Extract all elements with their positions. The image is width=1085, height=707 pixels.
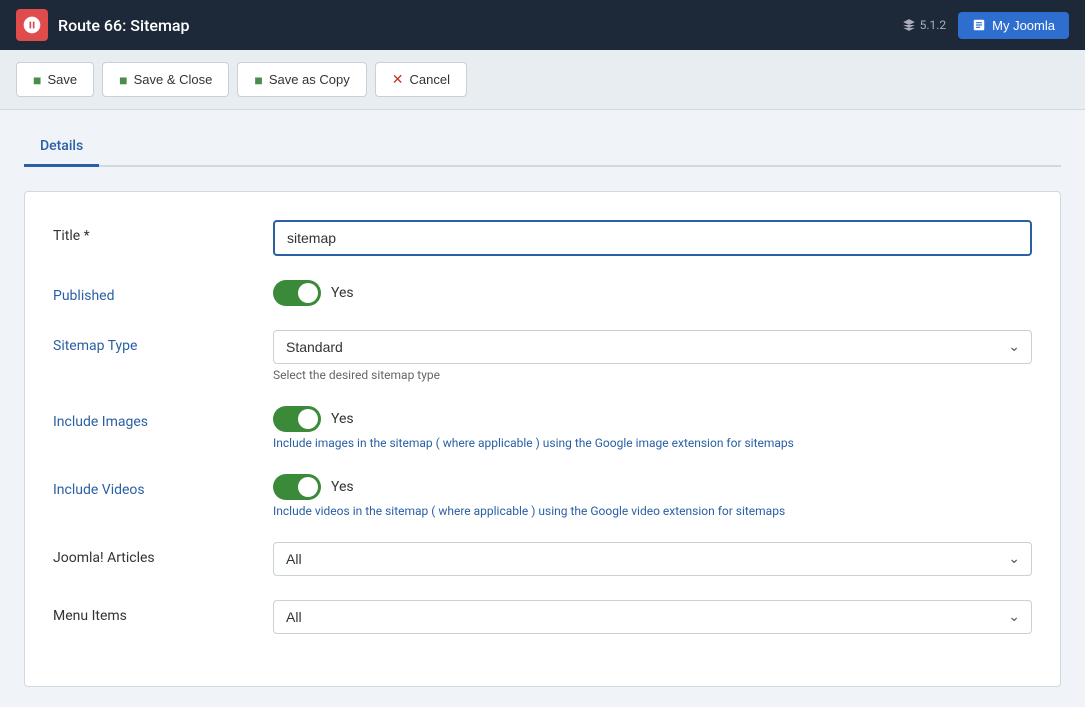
published-toggle[interactable] <box>273 280 321 306</box>
sitemap-type-control: Standard Image Video News ⌄ Select the d… <box>273 330 1032 382</box>
save-close-button[interactable]: ■ Save & Close <box>102 62 229 97</box>
title-label: Title * <box>53 220 273 244</box>
menu-items-row: Menu Items All None ⌄ <box>53 600 1032 634</box>
include-videos-row: Include Videos Yes Include videos in the… <box>53 474 1032 518</box>
sitemap-type-helper: Select the desired sitemap type <box>273 368 1032 382</box>
save-close-icon: ■ <box>119 72 127 88</box>
cancel-button[interactable]: ✕ Cancel <box>375 62 467 97</box>
joomla-articles-control: All None ⌄ <box>273 542 1032 576</box>
version-badge: 5.1.2 <box>902 18 947 32</box>
save-copy-button[interactable]: ■ Save as Copy <box>237 62 366 97</box>
save-button[interactable]: ■ Save <box>16 62 94 97</box>
top-navigation: Route 66: Sitemap 5.1.2 My Joomla <box>0 0 1085 50</box>
title-row: Title * <box>53 220 1032 256</box>
include-videos-yes-label: Yes <box>331 479 354 495</box>
include-videos-slider <box>273 474 321 500</box>
page-title: Route 66: Sitemap <box>58 16 190 35</box>
topnav-right: 5.1.2 My Joomla <box>902 12 1069 39</box>
published-toggle-wrap: Yes <box>273 280 1032 306</box>
include-images-slider <box>273 406 321 432</box>
cancel-icon: ✕ <box>392 71 404 88</box>
include-images-toggle-wrap: Yes <box>273 406 1032 432</box>
topnav-left: Route 66: Sitemap <box>16 9 190 41</box>
toggle-slider <box>273 280 321 306</box>
sitemap-type-label: Sitemap Type <box>53 330 273 354</box>
include-videos-toggle[interactable] <box>273 474 321 500</box>
published-control: Yes <box>273 280 1032 306</box>
sitemap-type-select-wrap: Standard Image Video News ⌄ <box>273 330 1032 364</box>
include-images-toggle[interactable] <box>273 406 321 432</box>
joomla-articles-select[interactable]: All None <box>273 542 1032 576</box>
include-videos-toggle-wrap: Yes <box>273 474 1032 500</box>
published-yes-label: Yes <box>331 285 354 301</box>
include-images-helper: Include images in the sitemap ( where ap… <box>273 436 1032 450</box>
joomla-articles-select-wrap: All None ⌄ <box>273 542 1032 576</box>
my-joomla-button[interactable]: My Joomla <box>958 12 1069 39</box>
joomla-articles-row: Joomla! Articles All None ⌄ <box>53 542 1032 576</box>
menu-items-control: All None ⌄ <box>273 600 1032 634</box>
save-icon: ■ <box>33 72 41 88</box>
menu-items-label: Menu Items <box>53 600 273 624</box>
content-area: Details Title * Published Yes <box>0 110 1085 707</box>
include-videos-label: Include Videos <box>53 474 273 498</box>
menu-items-select[interactable]: All None <box>273 600 1032 634</box>
joomla-logo <box>16 9 48 41</box>
joomla-articles-label: Joomla! Articles <box>53 542 273 566</box>
published-label: Published <box>53 280 273 304</box>
menu-items-select-wrap: All None ⌄ <box>273 600 1032 634</box>
sitemap-type-select[interactable]: Standard Image Video News <box>273 330 1032 364</box>
save-copy-icon: ■ <box>254 72 262 88</box>
tab-details[interactable]: Details <box>24 130 99 167</box>
include-images-row: Include Images Yes Include images in the… <box>53 406 1032 450</box>
title-input[interactable] <box>273 220 1032 256</box>
tab-bar: Details <box>24 130 1061 167</box>
sitemap-type-row: Sitemap Type Standard Image Video News ⌄… <box>53 330 1032 382</box>
include-images-yes-label: Yes <box>331 411 354 427</box>
form-card: Title * Published Yes Sitemap Type <box>24 191 1061 687</box>
include-images-label: Include Images <box>53 406 273 430</box>
published-row: Published Yes <box>53 280 1032 306</box>
title-control <box>273 220 1032 256</box>
toolbar: ■ Save ■ Save & Close ■ Save as Copy ✕ C… <box>0 50 1085 110</box>
include-videos-control: Yes Include videos in the sitemap ( wher… <box>273 474 1032 518</box>
include-images-control: Yes Include images in the sitemap ( wher… <box>273 406 1032 450</box>
include-videos-helper: Include videos in the sitemap ( where ap… <box>273 504 1032 518</box>
